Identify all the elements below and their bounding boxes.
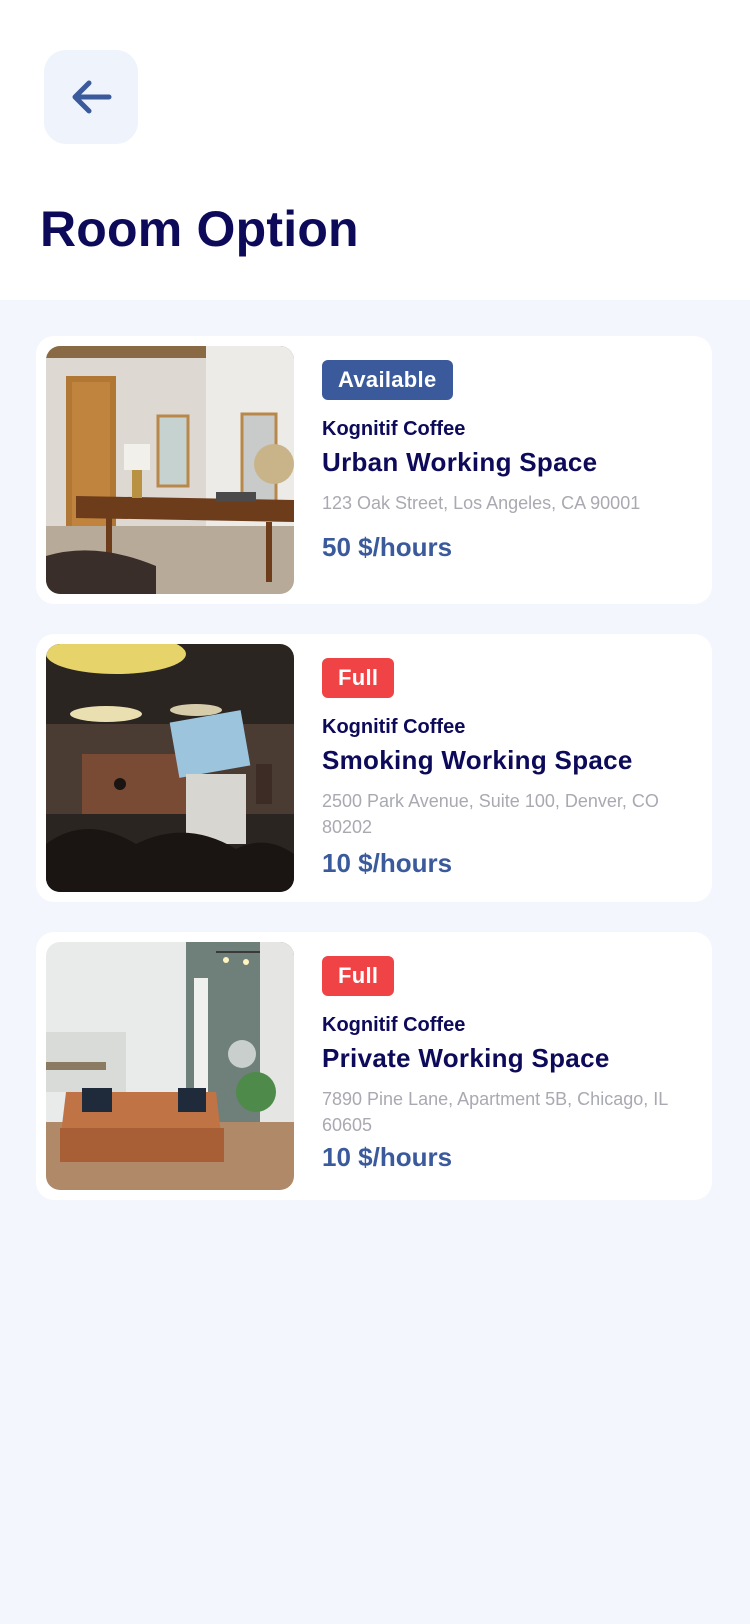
room-price: 10 $/hours <box>322 1142 453 1172</box>
room-address: 7890 Pine Lane, Apartment 5B, Chicago, I… <box>322 1089 668 1135</box>
room-name: Smoking Working Space <box>322 745 633 775</box>
room-name: Private Working Space <box>322 1043 610 1073</box>
room-photo <box>46 942 294 1190</box>
brand-name: Kognitif Coffee <box>322 1014 466 1036</box>
back-button[interactable] <box>44 50 138 144</box>
room-card[interactable]: Full Kognitif Coffee Private Working Spa… <box>36 932 712 1200</box>
header: Room Option <box>0 0 750 300</box>
room-card[interactable]: Full Kognitif Coffee Smoking Working Spa… <box>36 634 712 902</box>
page-title: Room Option <box>40 201 359 257</box>
room-price: 10 $/hours <box>322 848 453 878</box>
room-card[interactable]: Available Kognitif Coffee Urban Working … <box>36 336 712 604</box>
room-address: 2500 Park Avenue, Suite 100, Denver, CO … <box>322 791 659 837</box>
room-list: Available Kognitif Coffee Urban Working … <box>36 336 712 1230</box>
status-badge: Full <box>322 658 395 698</box>
arrow-left-icon <box>72 80 112 114</box>
room-address: 123 Oak Street, Los Angeles, CA 90001 <box>322 493 641 513</box>
brand-name: Kognitif Coffee <box>322 418 466 440</box>
brand-name: Kognitif Coffee <box>322 716 466 738</box>
room-price: 50 $/hours <box>322 532 453 562</box>
status-badge: Full <box>322 956 395 996</box>
room-photo <box>46 644 294 892</box>
room-photo <box>46 346 294 594</box>
status-badge: Available <box>322 360 453 400</box>
room-name: Urban Working Space <box>322 447 598 477</box>
